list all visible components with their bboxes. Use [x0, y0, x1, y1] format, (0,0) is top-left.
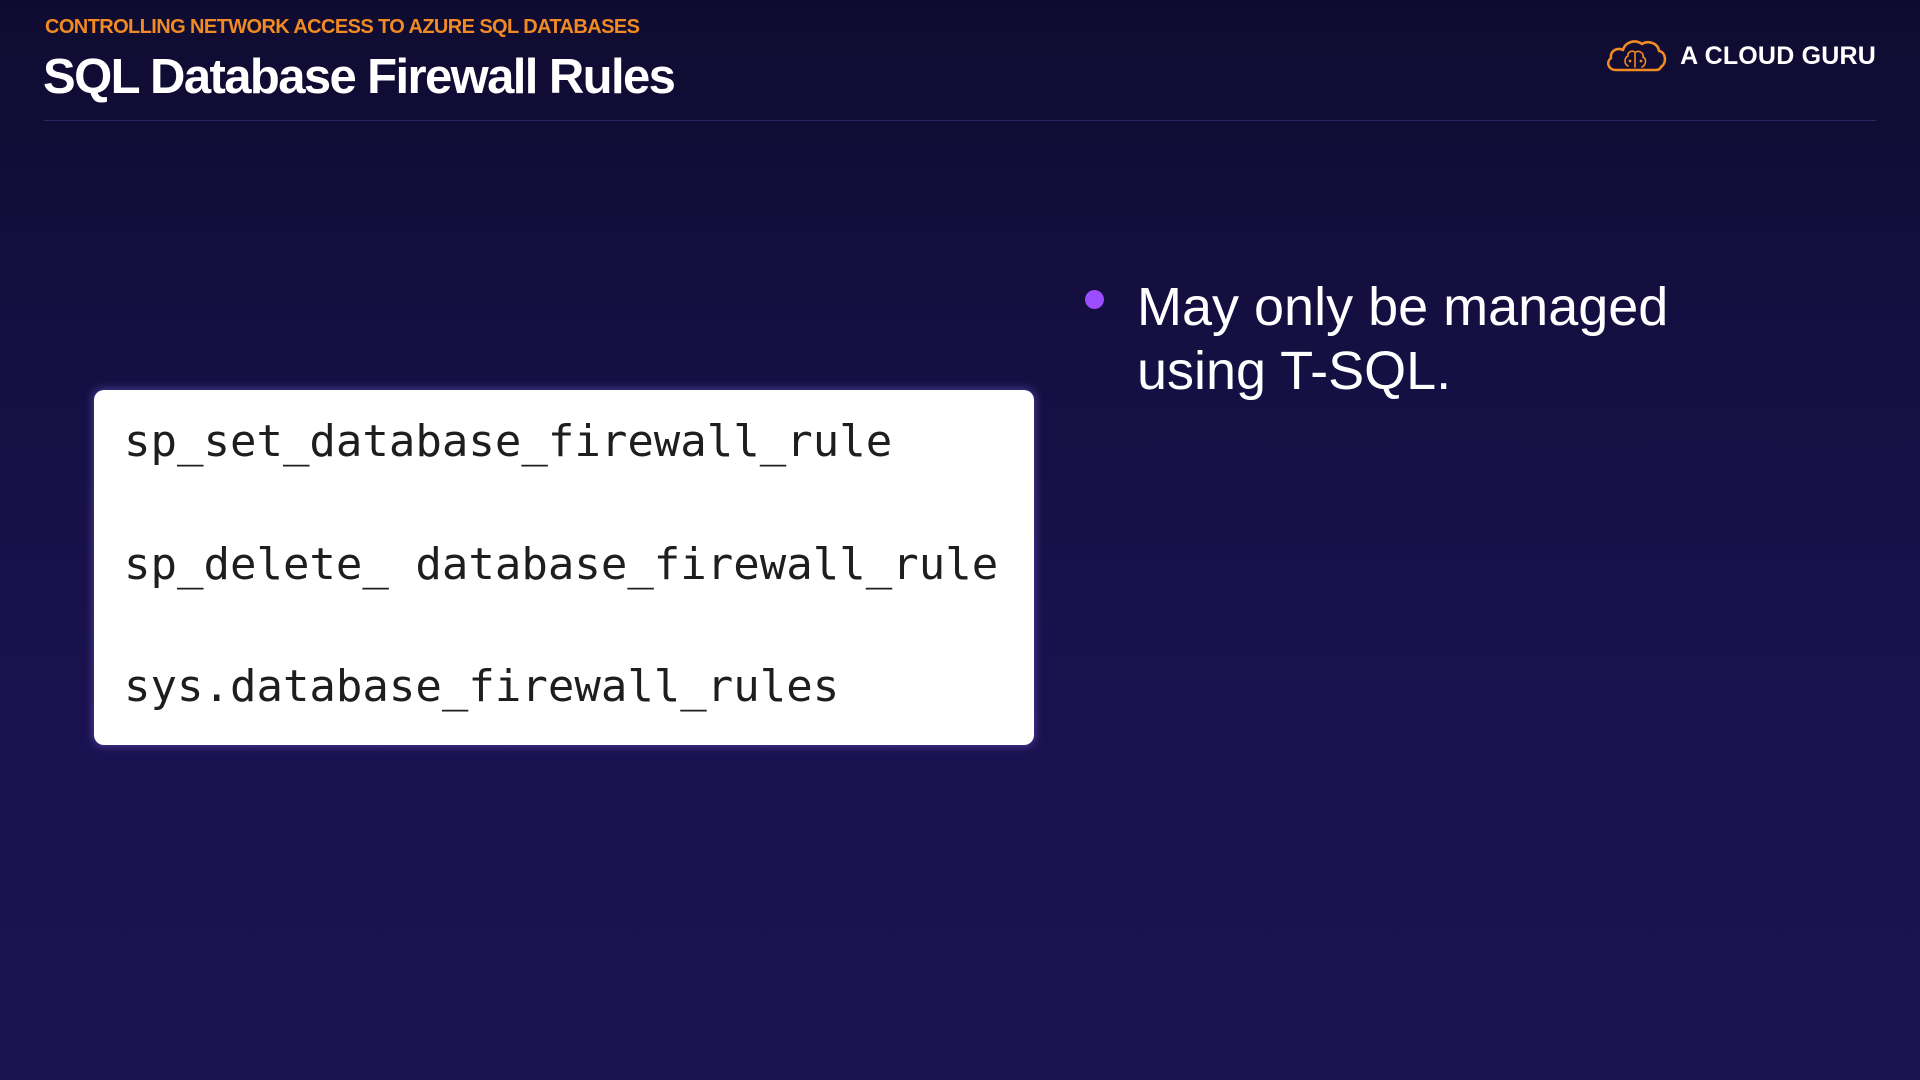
- header-divider: [44, 120, 1876, 121]
- code-line: sys.database_firewall_rules: [124, 661, 840, 712]
- code-line: sp_set_database_firewall_rule: [124, 416, 893, 467]
- code-line: sp_delete_ database_firewall_rule: [124, 539, 999, 590]
- slide-title: SQL Database Firewall Rules: [43, 50, 676, 104]
- bullet-text: May only be managed using T-SQL.: [1137, 277, 1669, 401]
- cloud-brain-icon: [1607, 40, 1667, 72]
- brand-name: A CLOUD GURU: [1680, 41, 1876, 70]
- bullet-dot-icon: [1085, 290, 1104, 309]
- bullet-item: May only be managed using T-SQL.: [1085, 275, 1845, 403]
- code-box: sp_set_database_firewall_rule sp_delete_…: [94, 390, 1034, 745]
- brand-logo: A CLOUD GURU: [1604, 36, 1876, 76]
- section-subtitle: CONTROLLING NETWORK ACCESS TO AZURE SQL …: [45, 16, 640, 38]
- bullet-list: May only be managed using T-SQL.: [1085, 275, 1845, 403]
